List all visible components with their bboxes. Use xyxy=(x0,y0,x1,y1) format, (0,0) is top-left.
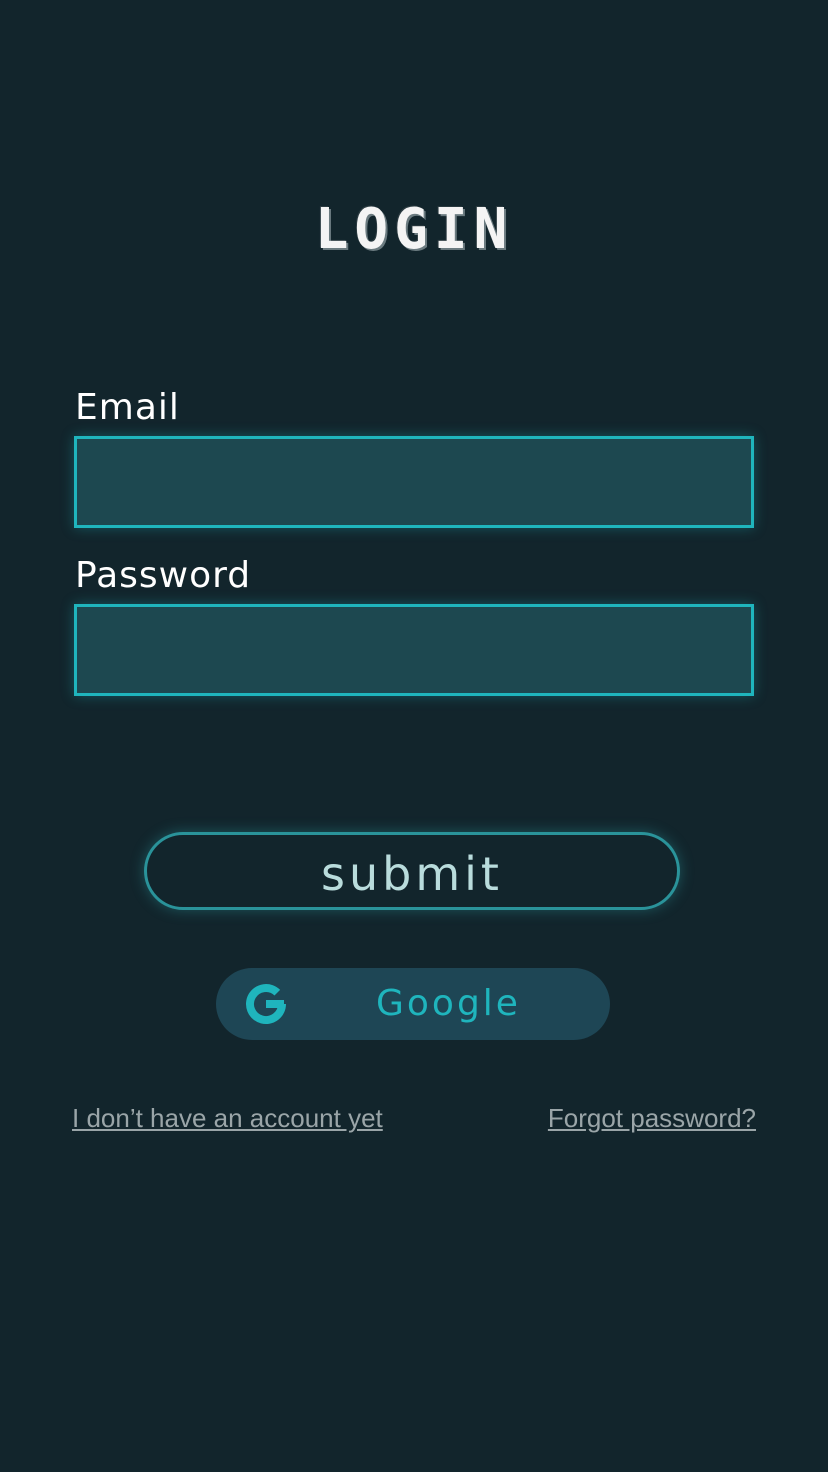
google-g-icon xyxy=(246,984,286,1024)
google-sign-in-button[interactable]: Google xyxy=(216,968,610,1040)
password-label: Password xyxy=(75,555,252,596)
email-field[interactable] xyxy=(74,436,754,528)
forgot-password-link[interactable]: Forgot password? xyxy=(548,1102,756,1134)
submit-button[interactable]: submit xyxy=(144,832,680,910)
password-field[interactable] xyxy=(74,604,754,696)
page-title: LOGIN xyxy=(314,197,514,262)
google-button-label: Google xyxy=(376,983,521,1024)
email-label: Email xyxy=(75,387,180,428)
login-screen: LOGIN Email Password submit Google I don… xyxy=(0,0,828,1472)
signup-link[interactable]: I don’t have an account yet xyxy=(72,1102,383,1134)
